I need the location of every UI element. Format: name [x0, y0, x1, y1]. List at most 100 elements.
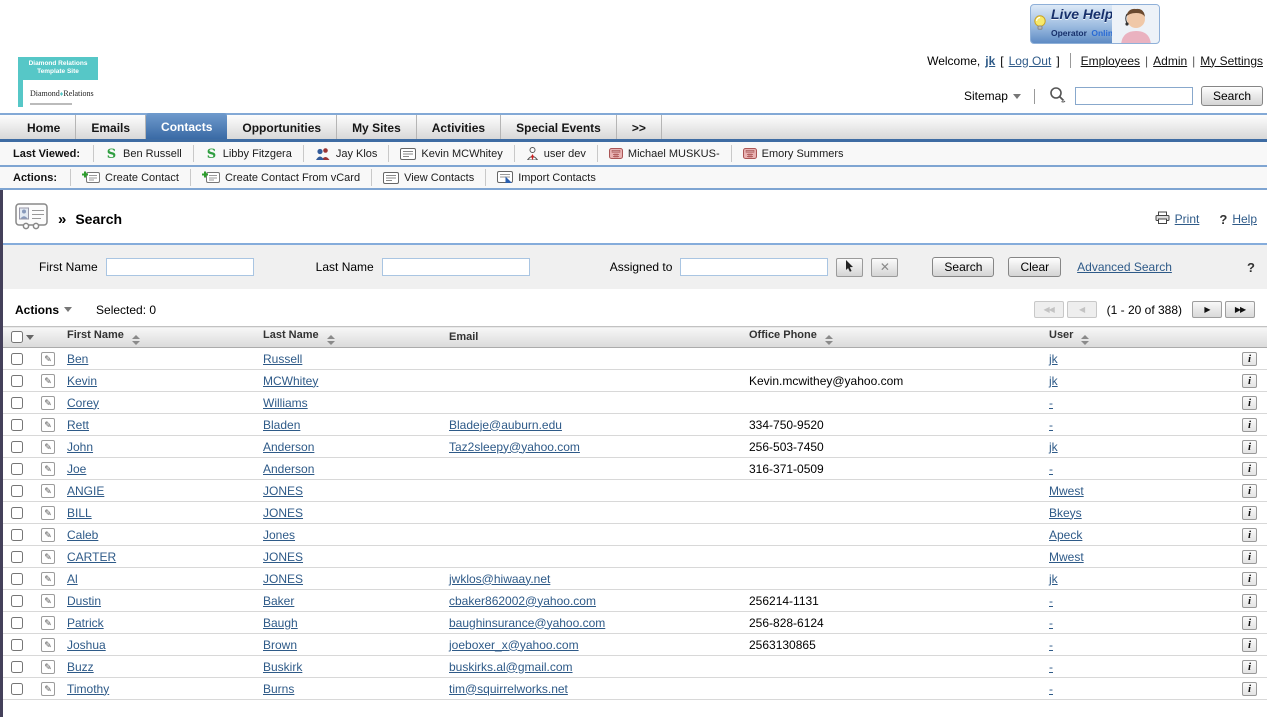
last-name-input[interactable]: [381, 258, 530, 276]
edit-icon[interactable]: ✎: [41, 660, 55, 675]
first-name-link[interactable]: Joshua: [67, 638, 106, 652]
last-name-link[interactable]: Baker: [263, 594, 294, 608]
column-header-office-phone[interactable]: Office Phone: [747, 326, 1047, 348]
email-link[interactable]: tim@squirrelworks.net: [449, 682, 568, 696]
user-link[interactable]: -: [1049, 418, 1053, 432]
email-link[interactable]: cbaker862002@yahoo.com: [449, 594, 596, 608]
sitemap-menu[interactable]: Sitemap: [964, 89, 1021, 103]
row-checkbox[interactable]: [11, 595, 23, 608]
first-name-link[interactable]: Patrick: [67, 616, 104, 630]
first-name-input[interactable]: [105, 258, 254, 276]
user-link[interactable]: -: [1049, 396, 1053, 410]
first-name-link[interactable]: ANGIE: [67, 484, 104, 498]
last-name-link[interactable]: MCWhitey: [263, 374, 318, 388]
user-link[interactable]: -: [1049, 682, 1053, 696]
tab-my-sites[interactable]: My Sites: [337, 115, 417, 139]
edit-icon[interactable]: ✎: [41, 440, 55, 455]
user-link[interactable]: -: [1049, 660, 1053, 674]
last-name-link[interactable]: Anderson: [263, 440, 314, 454]
last-name-link[interactable]: Baugh: [263, 616, 298, 630]
row-checkbox[interactable]: [11, 573, 23, 586]
edit-icon[interactable]: ✎: [41, 418, 55, 433]
last-name-link[interactable]: Jones: [263, 528, 295, 542]
info-icon[interactable]: i: [1242, 550, 1257, 564]
row-checkbox[interactable]: [11, 551, 23, 564]
column-header-last-name[interactable]: Last Name: [261, 326, 447, 348]
advanced-search-link[interactable]: Advanced Search: [1077, 260, 1172, 274]
info-icon[interactable]: i: [1242, 660, 1257, 674]
last-name-link[interactable]: JONES: [263, 572, 303, 586]
row-checkbox[interactable]: [11, 397, 23, 410]
first-name-link[interactable]: Joe: [67, 462, 86, 476]
row-checkbox[interactable]: [11, 375, 23, 388]
user-link[interactable]: jk: [1049, 352, 1058, 366]
column-header-user[interactable]: User: [1047, 326, 1229, 348]
action-item-create-contact[interactable]: Create Contact: [70, 169, 190, 186]
first-name-link[interactable]: Rett: [67, 418, 89, 432]
info-icon[interactable]: i: [1242, 572, 1257, 586]
last-name-link[interactable]: Russell: [263, 352, 302, 366]
edit-icon[interactable]: ✎: [41, 616, 55, 631]
user-link[interactable]: jk: [1049, 572, 1058, 586]
row-checkbox[interactable]: [11, 441, 23, 454]
last-name-link[interactable]: JONES: [263, 484, 303, 498]
info-icon[interactable]: i: [1242, 506, 1257, 520]
last-name-link[interactable]: JONES: [263, 550, 303, 564]
first-name-link[interactable]: Al: [67, 572, 78, 586]
sort-arrows-icon[interactable]: [824, 335, 833, 345]
user-link[interactable]: jk: [1049, 440, 1058, 454]
edit-icon[interactable]: ✎: [41, 572, 55, 587]
email-link[interactable]: joeboxer_x@yahoo.com: [449, 638, 579, 652]
user-link[interactable]: Mwest: [1049, 550, 1084, 564]
first-name-link[interactable]: Kevin: [67, 374, 97, 388]
info-icon[interactable]: i: [1242, 484, 1257, 498]
info-icon[interactable]: i: [1242, 528, 1257, 542]
form-search-button[interactable]: Search: [932, 257, 995, 277]
row-checkbox[interactable]: [11, 353, 23, 366]
last-name-link[interactable]: Brown: [263, 638, 297, 652]
info-icon[interactable]: i: [1242, 462, 1257, 476]
user-link[interactable]: -: [1049, 638, 1053, 652]
employees-link[interactable]: Employees: [1081, 54, 1140, 68]
global-search-input[interactable]: [1074, 87, 1193, 105]
row-checkbox[interactable]: [11, 639, 23, 652]
first-page-button[interactable]: ◀◀: [1033, 301, 1064, 318]
row-checkbox[interactable]: [11, 419, 23, 432]
email-link[interactable]: jwklos@hiwaay.net: [449, 572, 550, 586]
user-link[interactable]: Bkeys: [1049, 506, 1082, 520]
first-name-link[interactable]: Dustin: [67, 594, 101, 608]
last-viewed-item-michael-muskus[interactable]: Michael MUSKUS-: [596, 145, 731, 162]
sort-arrows-icon[interactable]: [131, 335, 140, 345]
user-link[interactable]: -: [1049, 462, 1053, 476]
live-help-banner[interactable]: Live Help Operator Online: [1030, 4, 1160, 44]
info-icon[interactable]: i: [1242, 396, 1257, 410]
info-icon[interactable]: i: [1242, 440, 1257, 454]
select-all-checkbox[interactable]: [11, 331, 23, 343]
form-clear-button[interactable]: Clear: [1008, 257, 1062, 277]
first-name-link[interactable]: BILL: [67, 506, 92, 520]
tab-opportunities[interactable]: Opportunities: [227, 115, 338, 139]
edit-icon[interactable]: ✎: [41, 484, 55, 499]
email-link[interactable]: buskirks.al@gmail.com: [449, 660, 573, 674]
sort-arrows-icon[interactable]: [1081, 335, 1090, 345]
column-header-first-name[interactable]: First Name: [65, 326, 261, 348]
info-icon[interactable]: i: [1242, 594, 1257, 608]
tab-special-events[interactable]: Special Events: [501, 115, 617, 139]
last-name-link[interactable]: Burns: [263, 682, 294, 696]
last-viewed-item-libby-fitzgera[interactable]: S Libby Fitzgera: [192, 145, 303, 162]
tab-contacts[interactable]: Contacts: [146, 113, 228, 139]
user-link[interactable]: -: [1049, 594, 1053, 608]
first-name-link[interactable]: John: [67, 440, 93, 454]
user-link[interactable]: jk: [985, 54, 995, 68]
first-name-link[interactable]: CARTER: [67, 550, 116, 564]
email-link[interactable]: baughinsurance@yahoo.com: [449, 616, 605, 630]
row-checkbox[interactable]: [11, 617, 23, 630]
user-link[interactable]: Mwest: [1049, 484, 1084, 498]
first-name-link[interactable]: Timothy: [67, 682, 109, 696]
row-checkbox[interactable]: [11, 529, 23, 542]
logout-link[interactable]: Log Out: [1009, 54, 1052, 68]
user-link[interactable]: -: [1049, 616, 1053, 630]
email-link[interactable]: Taz2sleepy@yahoo.com: [449, 440, 580, 454]
row-checkbox[interactable]: [11, 463, 23, 476]
info-icon[interactable]: i: [1242, 352, 1257, 366]
